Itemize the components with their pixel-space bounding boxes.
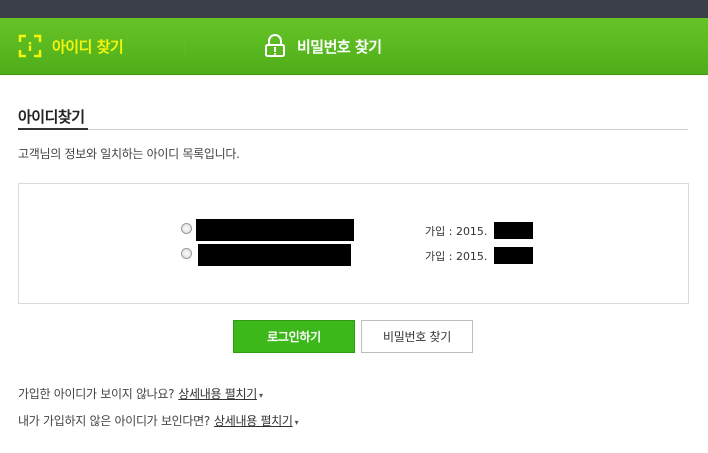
id-result-list: 가입 : 2015. 가입 : 2015.: [18, 183, 689, 304]
login-button[interactable]: 로그인하기: [233, 320, 355, 353]
tab-find-id-label: 아이디 찾기: [52, 37, 124, 56]
id-select-radio[interactable]: [181, 223, 192, 234]
help-question: 가입한 아이디가 보이지 않나요?: [18, 387, 175, 401]
help-id-not-visible: 가입한 아이디가 보이지 않나요? 상세내용 펼치기 ▾: [18, 385, 263, 402]
masked-join-date: [494, 222, 533, 239]
title-underline-accent: [18, 128, 88, 130]
tab-find-id[interactable]: 아이디 찾기: [18, 18, 124, 74]
browser-top-bar: [0, 0, 708, 18]
id-result-row: 가입 : 2015.: [19, 244, 688, 266]
help-unknown-id: 내가 가입하지 않은 아이디가 보인다면? 상세내용 펼치기 ▾: [18, 412, 299, 429]
page-title: 아이디찾기: [18, 108, 85, 126]
id-result-row: 가입 : 2015.: [19, 219, 688, 241]
join-date-label: 가입 : 2015.: [425, 225, 488, 238]
tab-find-password-label: 비밀번호 찾기: [297, 37, 382, 56]
lock-alert-icon: [263, 34, 287, 58]
expand-details-link[interactable]: 상세내용 펼치기: [178, 387, 257, 401]
find-account-tabs: 아이디 찾기 비밀번호 찾기: [0, 18, 708, 75]
masked-user-id: [198, 244, 351, 266]
masked-user-id: [196, 219, 354, 241]
title-divider: [18, 129, 688, 130]
masked-join-date: [494, 247, 533, 264]
expand-details-link[interactable]: 상세내용 펼치기: [214, 414, 293, 428]
id-select-radio[interactable]: [181, 248, 192, 259]
result-description: 고객님의 정보와 일치하는 아이디 목록입니다.: [18, 147, 240, 161]
chevron-down-icon: ▾: [258, 391, 263, 400]
help-question: 내가 가입하지 않은 아이디가 보인다면?: [18, 414, 210, 428]
tab-find-password[interactable]: 비밀번호 찾기: [263, 18, 382, 74]
find-password-button[interactable]: 비밀번호 찾기: [361, 320, 473, 353]
join-date-label: 가입 : 2015.: [425, 250, 488, 263]
tab-divider: [184, 38, 185, 52]
id-card-focus-icon: [18, 34, 42, 58]
chevron-down-icon: ▾: [294, 418, 299, 427]
